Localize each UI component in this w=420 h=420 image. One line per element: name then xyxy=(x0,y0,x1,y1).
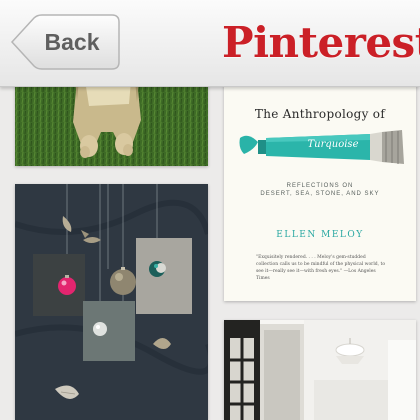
pin-interior-photo[interactable] xyxy=(224,320,416,420)
pin-dog-photo[interactable] xyxy=(15,80,208,166)
book-subtitle-line: DESERT, SEA, STONE, AND SKY xyxy=(260,191,380,197)
ornaments-photo xyxy=(15,184,208,420)
book-subtitle-line: REFLECTIONS ON xyxy=(286,183,354,189)
book-blurb: "Exquisitely rendered. . . . Meloy's gem… xyxy=(256,255,386,281)
pin-ornaments-photo[interactable] xyxy=(15,184,208,420)
book-title: The Anthropology of xyxy=(254,107,386,121)
interior-photo xyxy=(224,320,416,420)
book-subtitle: REFLECTIONS ON DESERT, SEA, STONE, AND S… xyxy=(224,182,416,198)
back-button[interactable]: Back xyxy=(10,14,120,70)
top-navbar: Back Pinterest xyxy=(0,0,420,87)
pin-book-cover[interactable]: The Anthropology of Turquoise REFLECTION… xyxy=(224,80,416,301)
pinterest-logo[interactable]: Pinterest xyxy=(222,8,420,78)
book-author: ELLEN MELOY xyxy=(276,230,364,240)
book-title-word: Turquoise xyxy=(307,139,359,150)
dog-photo xyxy=(15,80,208,166)
back-button-label: Back xyxy=(44,28,100,55)
